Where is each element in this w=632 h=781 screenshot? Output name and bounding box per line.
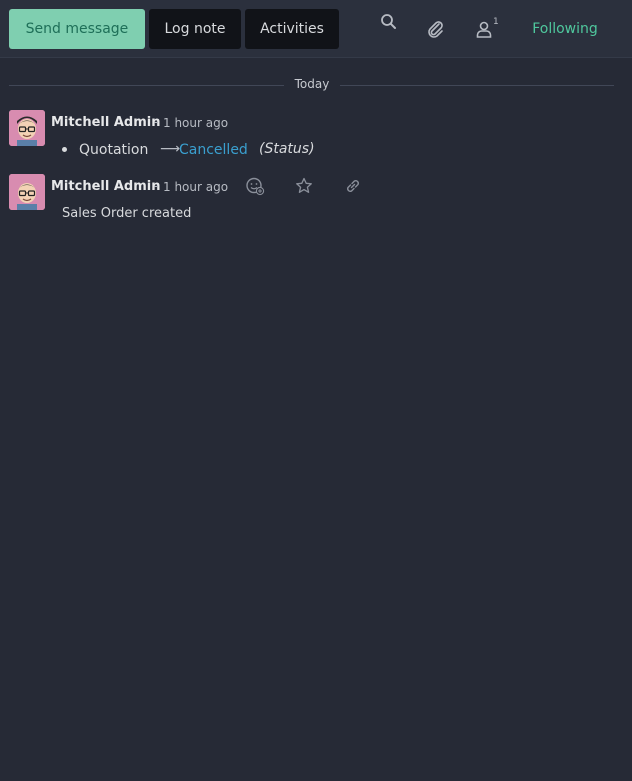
avatar[interactable] [9,110,45,146]
tracking-field-name: (Status) [259,141,315,157]
send-message-button[interactable]: Send message [9,9,145,49]
message-author[interactable]: Mitchell Admin [51,179,160,194]
paperclip-icon[interactable] [424,18,446,40]
activities-button[interactable]: Activities [245,9,339,49]
tracking-new-value: Cancelled [179,142,248,158]
message-time: 1 hour ago [163,116,229,130]
arrow-right-icon: ⟶ [160,141,181,157]
author-separator: - [154,115,159,130]
message-time: 1 hour ago [163,180,229,194]
message-body: Sales Order created [62,206,192,221]
avatar-image [9,174,45,210]
tracking-bullet [62,147,67,152]
follower-count: 1 [493,17,499,27]
following-button[interactable]: Following [524,9,606,49]
avatar-image [9,110,45,146]
author-separator: - [154,179,159,194]
tracking-old-value: Quotation [79,142,149,158]
divider-line-right [340,85,614,86]
divider-line-left [9,85,284,86]
link-icon[interactable] [343,176,363,196]
date-divider: Today [294,77,330,91]
chatter-topbar: Send message Log note Activities 1 Follo… [0,0,632,58]
add-reaction-icon[interactable] [245,176,265,196]
log-note-button[interactable]: Log note [149,9,241,49]
star-icon[interactable] [294,176,314,196]
avatar[interactable] [9,174,45,210]
message-author[interactable]: Mitchell Admin [51,115,160,130]
search-icon[interactable] [378,11,400,33]
